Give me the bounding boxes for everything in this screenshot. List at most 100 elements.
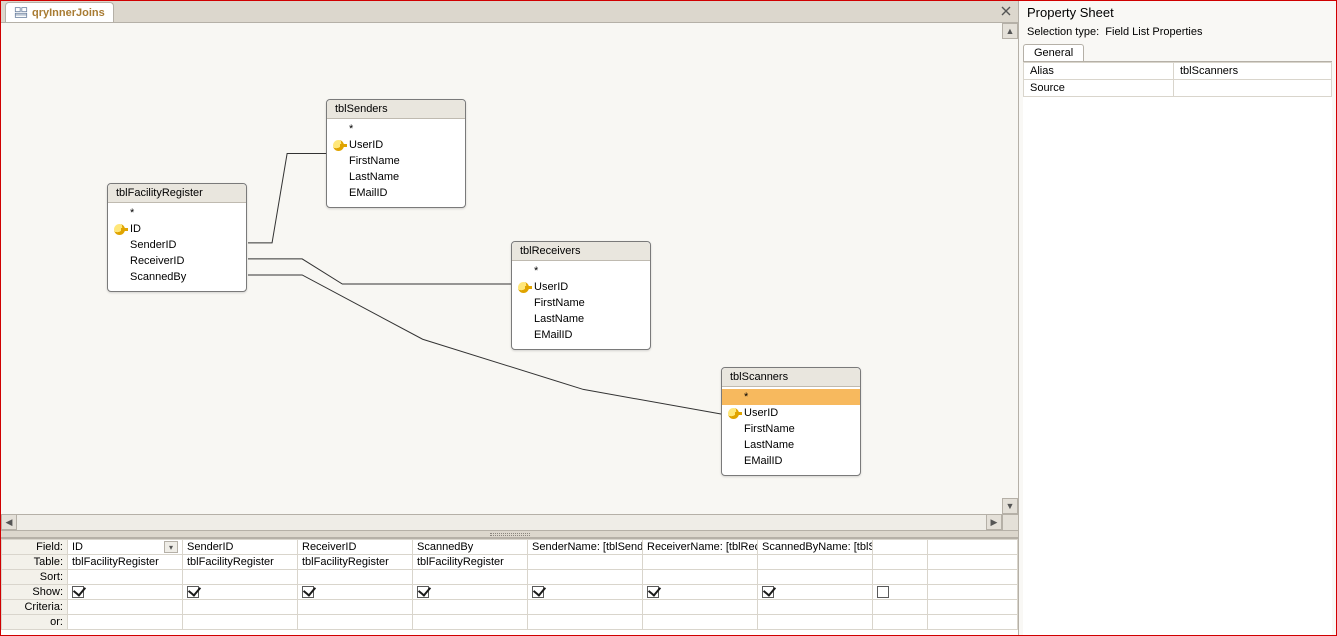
grid-cell-table[interactable] xyxy=(528,555,643,570)
pane-splitter[interactable] xyxy=(1,530,1018,538)
tab-qryinnerjoins[interactable]: qryInnerJoins xyxy=(5,2,114,22)
property-value[interactable] xyxy=(1174,80,1332,97)
property-grid[interactable]: Alias tblScanners Source xyxy=(1023,62,1332,97)
grid-cell-show[interactable] xyxy=(68,585,183,600)
grid-cell-field[interactable]: ID ▾ xyxy=(68,540,183,555)
grid-cell-show[interactable] xyxy=(413,585,528,600)
grid-cell-criteria[interactable] xyxy=(528,600,643,615)
grid-cell-sort[interactable] xyxy=(528,570,643,585)
scroll-up-button[interactable]: ▲ xyxy=(1002,23,1018,39)
grid-cell-criteria[interactable] xyxy=(873,600,928,615)
grid-cell-show[interactable] xyxy=(643,585,758,600)
table-tblscanners[interactable]: tblScanners * UserID FirstName LastName … xyxy=(721,367,861,476)
show-checkbox[interactable] xyxy=(302,586,314,598)
field-scannedby[interactable]: ScannedBy xyxy=(108,269,246,285)
grid-cell-or[interactable] xyxy=(68,615,183,630)
field-star[interactable]: * xyxy=(512,263,650,279)
grid-cell-field[interactable]: SenderName: [tblSenders]![FirstName] xyxy=(528,540,643,555)
grid-cell-show[interactable] xyxy=(928,585,1018,600)
scroll-down-button[interactable]: ▼ xyxy=(1002,498,1018,514)
grid-cell-show[interactable] xyxy=(183,585,298,600)
horizontal-scrollbar[interactable] xyxy=(17,514,986,530)
grid-cell-table[interactable]: tblFacilityRegister xyxy=(413,555,528,570)
grid-cell-show[interactable] xyxy=(873,585,928,600)
table-tblsenders[interactable]: tblSenders * UserID FirstName LastName E… xyxy=(326,99,466,208)
field-userid[interactable]: UserID xyxy=(722,405,860,421)
show-checkbox[interactable] xyxy=(417,586,429,598)
grid-cell-sort[interactable] xyxy=(758,570,873,585)
grid-cell-sort[interactable] xyxy=(873,570,928,585)
design-grid[interactable]: Field: ID ▾ SenderID ReceiverID ScannedB… xyxy=(1,538,1018,635)
grid-cell-criteria[interactable] xyxy=(758,600,873,615)
field-emailid[interactable]: EMailID xyxy=(327,185,465,201)
grid-cell-criteria[interactable] xyxy=(928,600,1018,615)
grid-cell-field[interactable]: ReceiverName: [tblReceivers]![FirstName] xyxy=(643,540,758,555)
grid-cell-sort[interactable] xyxy=(643,570,758,585)
grid-cell-or[interactable] xyxy=(298,615,413,630)
table-title[interactable]: tblFacilityRegister xyxy=(108,184,246,203)
table-title[interactable]: tblReceivers xyxy=(512,242,650,261)
grid-cell-field[interactable]: ReceiverID xyxy=(298,540,413,555)
field-userid[interactable]: UserID xyxy=(327,137,465,153)
grid-cell-table[interactable] xyxy=(873,555,928,570)
grid-cell-sort[interactable] xyxy=(68,570,183,585)
field-emailid[interactable]: EMailID xyxy=(722,453,860,469)
grid-cell-or[interactable] xyxy=(643,615,758,630)
tab-general[interactable]: General xyxy=(1023,44,1084,61)
grid-cell-table[interactable] xyxy=(928,555,1018,570)
grid-cell-criteria[interactable] xyxy=(643,600,758,615)
grid-cell-show[interactable] xyxy=(758,585,873,600)
table-title[interactable]: tblScanners xyxy=(722,368,860,387)
relationship-diagram[interactable]: tblFacilityRegister * ID SenderID Receiv… xyxy=(1,23,1018,530)
field-firstname[interactable]: FirstName xyxy=(722,421,860,437)
table-title[interactable]: tblSenders xyxy=(327,100,465,119)
field-receiverid[interactable]: ReceiverID xyxy=(108,253,246,269)
grid-cell-table[interactable]: tblFacilityRegister xyxy=(68,555,183,570)
show-checkbox[interactable] xyxy=(647,586,659,598)
field-lastname[interactable]: LastName xyxy=(327,169,465,185)
grid-cell-sort[interactable] xyxy=(183,570,298,585)
dropdown-icon[interactable]: ▾ xyxy=(164,541,178,553)
field-firstname[interactable]: FirstName xyxy=(327,153,465,169)
property-row[interactable]: Source xyxy=(1024,80,1332,97)
grid-cell-or[interactable] xyxy=(183,615,298,630)
grid-cell-table[interactable] xyxy=(643,555,758,570)
table-tblfacilityregister[interactable]: tblFacilityRegister * ID SenderID Receiv… xyxy=(107,183,247,292)
scroll-right-button[interactable]: ▶ xyxy=(986,514,1002,530)
field-lastname[interactable]: LastName xyxy=(512,311,650,327)
show-checkbox[interactable] xyxy=(532,586,544,598)
grid-cell-or[interactable] xyxy=(873,615,928,630)
close-icon[interactable] xyxy=(998,3,1014,19)
grid-cell-show[interactable] xyxy=(298,585,413,600)
field-userid[interactable]: UserID xyxy=(512,279,650,295)
field-star[interactable]: * xyxy=(722,389,860,405)
grid-cell-table[interactable] xyxy=(758,555,873,570)
show-checkbox[interactable] xyxy=(187,586,199,598)
grid-cell-show[interactable] xyxy=(528,585,643,600)
show-checkbox[interactable] xyxy=(877,586,889,598)
grid-cell-or[interactable] xyxy=(928,615,1018,630)
grid-cell-field[interactable]: ScannedByName: [tblScanners]![FirstName] xyxy=(758,540,873,555)
grid-cell-table[interactable]: tblFacilityRegister xyxy=(298,555,413,570)
grid-cell-criteria[interactable] xyxy=(413,600,528,615)
grid-cell-or[interactable] xyxy=(413,615,528,630)
grid-cell-or[interactable] xyxy=(528,615,643,630)
table-tblreceivers[interactable]: tblReceivers * UserID FirstName LastName… xyxy=(511,241,651,350)
grid-cell-field[interactable] xyxy=(873,540,928,555)
grid-cell-field[interactable] xyxy=(928,540,1018,555)
grid-cell-criteria[interactable] xyxy=(183,600,298,615)
grid-cell-criteria[interactable] xyxy=(298,600,413,615)
property-value[interactable]: tblScanners xyxy=(1174,63,1332,80)
grid-cell-table[interactable]: tblFacilityRegister xyxy=(183,555,298,570)
field-firstname[interactable]: FirstName xyxy=(512,295,650,311)
grid-cell-sort[interactable] xyxy=(928,570,1018,585)
show-checkbox[interactable] xyxy=(762,586,774,598)
grid-cell-field[interactable]: ScannedBy xyxy=(413,540,528,555)
grid-cell-criteria[interactable] xyxy=(68,600,183,615)
field-star[interactable]: * xyxy=(327,121,465,137)
field-star[interactable]: * xyxy=(108,205,246,221)
field-lastname[interactable]: LastName xyxy=(722,437,860,453)
field-emailid[interactable]: EMailID xyxy=(512,327,650,343)
grid-cell-sort[interactable] xyxy=(298,570,413,585)
property-row[interactable]: Alias tblScanners xyxy=(1024,63,1332,80)
